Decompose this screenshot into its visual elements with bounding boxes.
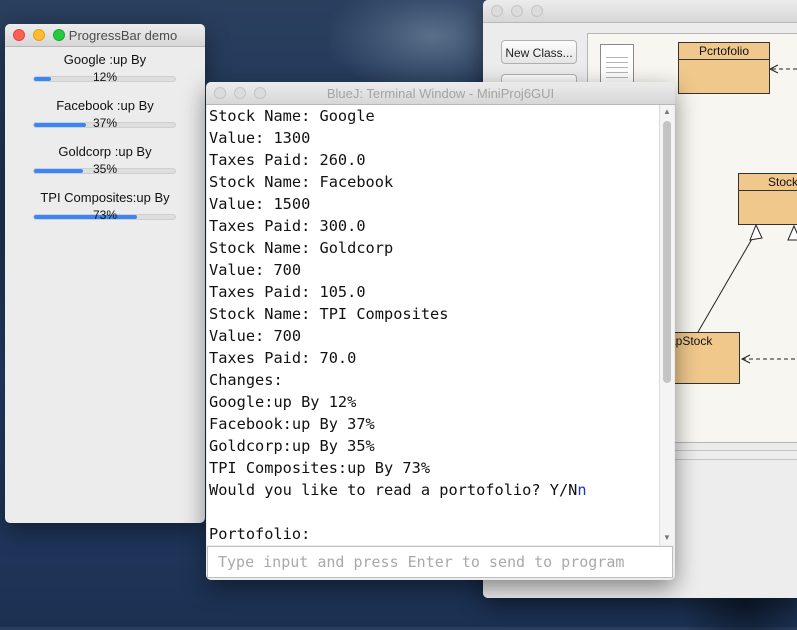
progress-item-tpi-composites: TPI Composites:up By 73%: [5, 190, 205, 222]
terminal-input-field[interactable]: Type input and press Enter to send to pr…: [207, 546, 673, 578]
terminal-line: Value: 700: [209, 261, 302, 279]
progressbar-titlebar: ProgressBar demo: [5, 24, 205, 47]
terminal-line: Google:up By 12%: [209, 393, 357, 411]
new-class-button[interactable]: New Class...: [501, 40, 577, 64]
progress-label: Facebook :up By: [56, 98, 154, 113]
terminal-titlebar: BlueJ: Terminal Window - MiniProj6GUI: [206, 82, 675, 105]
terminal-line: Value: 1300: [209, 129, 311, 147]
terminal-line: Taxes Paid: 300.0: [209, 217, 366, 235]
terminal-line: Stock Name: Google: [209, 107, 375, 125]
scroll-down-arrow-icon[interactable]: ▼: [660, 532, 674, 544]
zoom-button[interactable]: [531, 5, 543, 17]
terminal-line: Would you like to read a portofolio? Y/N…: [209, 481, 587, 499]
terminal-line: Facebook:up By 37%: [209, 415, 375, 433]
progress-item-google: Google :up By 12%: [5, 52, 205, 84]
progress-item-goldcorp: Goldcorp :up By 35%: [5, 144, 205, 176]
desktop-background-rock: [330, 0, 500, 90]
progress-item-facebook: Facebook :up By 37%: [5, 98, 205, 130]
minimize-button[interactable]: [511, 5, 523, 17]
terminal-line: Stock Name: Facebook: [209, 173, 394, 191]
progress-label: Google :up By: [63, 52, 147, 67]
terminal-line: Stock Name: Goldcorp: [209, 239, 394, 257]
close-button[interactable]: [491, 5, 503, 17]
terminal-line: TPI Composites:up By 73%: [209, 459, 431, 477]
terminal-line: Goldcorp:up By 35%: [209, 437, 375, 455]
terminal-line: Value: 1500: [209, 195, 311, 213]
terminal-line: Taxes Paid: 260.0: [209, 151, 366, 169]
scrollbar-thumb[interactable]: [663, 121, 671, 383]
progress-percent: 37%: [92, 116, 118, 130]
progress-percent: 35%: [92, 162, 118, 176]
terminal-output[interactable]: Stock Name: Google Value: 1300 Taxes Paid:…: [207, 105, 659, 545]
progress-percent: 73%: [92, 208, 118, 222]
progress-percent: 12%: [92, 70, 118, 84]
bluej-main-titlebar: [483, 0, 797, 23]
user-input-echo: n: [577, 481, 587, 499]
terminal-line: Taxes Paid: 105.0: [209, 283, 366, 301]
terminal-line: Portofolio:: [209, 525, 311, 543]
progress-label: Goldcorp :up By: [58, 144, 152, 159]
terminal-line: Taxes Paid: 70.0: [209, 349, 357, 367]
terminal-window: BlueJ: Terminal Window - MiniProj6GUI St…: [206, 82, 675, 580]
progress-label: TPI Composites:up By: [40, 190, 170, 205]
window-title: ProgressBar demo: [68, 28, 178, 43]
terminal-line: Value: 700: [209, 327, 302, 345]
close-button[interactable]: [13, 29, 25, 41]
scroll-up-arrow-icon[interactable]: ▲: [660, 106, 674, 118]
progressbar-window: ProgressBar demo Google :up By 12% Faceb…: [5, 24, 205, 523]
terminal-line: Stock Name: TPI Composites: [209, 305, 449, 323]
window-title: BlueJ: Terminal Window - MiniProj6GUI: [326, 86, 555, 101]
terminal-line: Changes:: [209, 371, 283, 389]
terminal-scrollbar[interactable]: ▲ ▼: [659, 105, 674, 545]
